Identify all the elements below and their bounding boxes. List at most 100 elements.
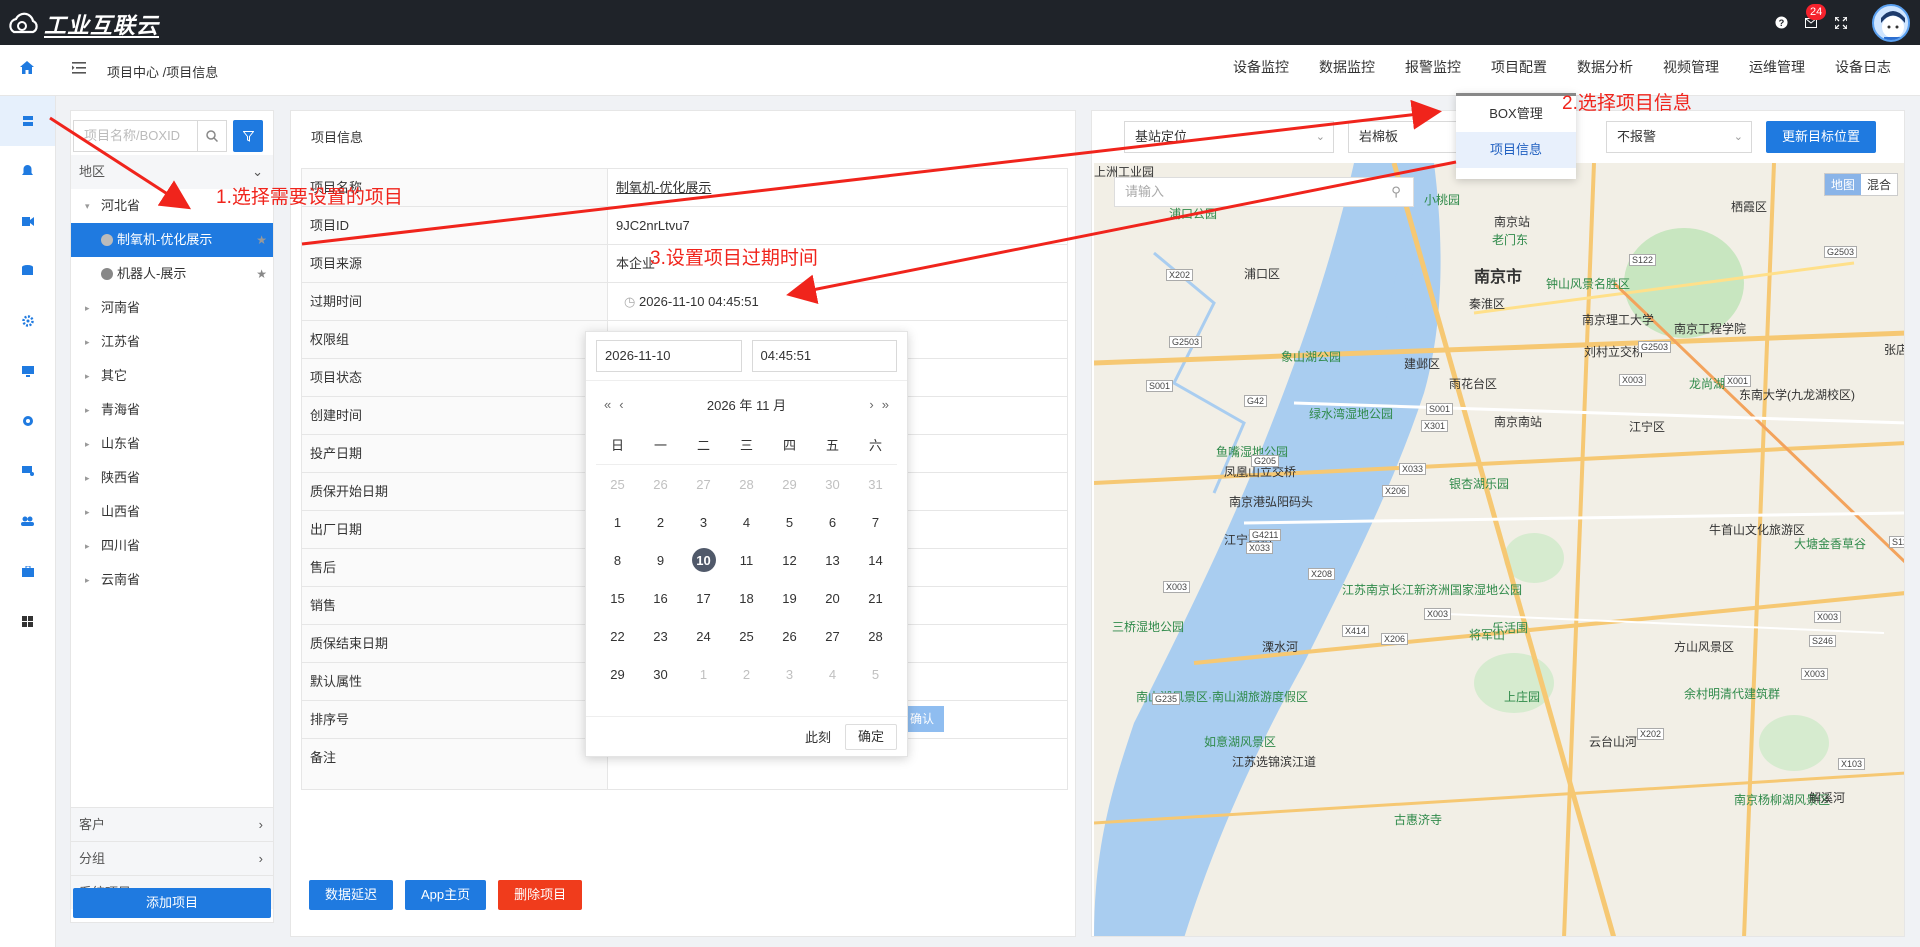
tree-project-item[interactable]: 制氧机-优化展示 ★ <box>71 223 273 257</box>
tab-data-monitor[interactable]: 数据监控 <box>1304 45 1390 96</box>
calendar-day[interactable]: 28 <box>854 617 897 655</box>
material-select[interactable]: 岩棉板 <box>1348 121 1458 153</box>
tree-region-item[interactable]: ▸ 四川省 <box>71 529 273 563</box>
map-place-label[interactable]: 南京理工大学 <box>1582 311 1654 328</box>
tree-region-item[interactable]: ▸ 山西省 <box>71 495 273 529</box>
calendar-day[interactable]: 27 <box>682 465 725 503</box>
map-place-label[interactable]: 南京港弘阳码头 <box>1229 493 1313 510</box>
search-icon[interactable]: ⚲ <box>1379 178 1413 206</box>
dropdown-item-project-info[interactable]: 项目信息 <box>1456 132 1576 168</box>
caret-right-icon[interactable]: ▸ <box>85 359 101 393</box>
calendar-day[interactable]: 16 <box>639 579 682 617</box>
calendar-day[interactable]: 5 <box>768 503 811 541</box>
calendar-day[interactable]: 15 <box>596 579 639 617</box>
tree-region-item[interactable]: ▸ 河南省 <box>71 291 273 325</box>
tab-project-config[interactable]: 项目配置 <box>1476 45 1562 96</box>
calendar-day[interactable]: 27 <box>811 617 854 655</box>
delete-project-button[interactable]: 删除项目 <box>498 880 583 910</box>
filter-button[interactable] <box>233 120 263 152</box>
calendar-day[interactable]: 30 <box>811 465 854 503</box>
map-place-label[interactable]: 银杏湖乐园 <box>1449 475 1509 492</box>
calendar-day[interactable]: 22 <box>596 617 639 655</box>
caret-right-icon[interactable]: ▸ <box>85 427 101 461</box>
add-project-button[interactable]: 添加项目 <box>73 888 271 918</box>
calendar-day[interactable]: 3 <box>682 503 725 541</box>
calendar-day[interactable]: 14 <box>854 541 897 579</box>
sidebar-item-dashboard[interactable] <box>0 596 55 646</box>
next-month-icon[interactable]: › <box>869 397 873 412</box>
sidebar-item-settings[interactable] <box>0 296 55 346</box>
mail-icon[interactable]: 24 <box>1796 3 1827 38</box>
map-place-label[interactable]: 刘村立交桥 <box>1584 343 1644 360</box>
map-place-label[interactable]: 上洲工业园 <box>1094 163 1154 180</box>
help-icon[interactable]: ? <box>1766 8 1796 38</box>
date-input[interactable]: 2026-11-10 <box>596 340 742 372</box>
project-search-input[interactable]: 项目名称/BOXID <box>73 120 197 152</box>
map-place-label[interactable]: 溧水河 <box>1262 638 1298 655</box>
map-place-label[interactable]: 三桥湿地公园 <box>1112 618 1184 635</box>
map-canvas[interactable]: 请输入 ⚲ 地图 混合 南京市 浦口区 秦淮区 建邺区 雨花台区 江宁区 栖霞区 钟山风景名胜区… <box>1093 162 1904 936</box>
tree-region-item[interactable]: ▸ 山东省 <box>71 427 273 461</box>
map-place-label[interactable]: 老门东 <box>1492 231 1528 248</box>
calendar-day[interactable]: 8 <box>596 541 639 579</box>
map-place-label[interactable]: 南京市 <box>1474 263 1522 287</box>
calendar-day[interactable]: 1 <box>596 503 639 541</box>
map-place-label[interactable]: 古惠济寺 <box>1394 811 1442 828</box>
map-place-label[interactable]: 南京站 <box>1494 213 1530 230</box>
map-place-label[interactable]: 建邺区 <box>1404 355 1440 372</box>
calendar-day[interactable]: 24 <box>682 617 725 655</box>
calendar-day[interactable]: 4 <box>811 655 854 693</box>
tree-project-item[interactable]: 机器人-展示 ★ <box>71 257 273 291</box>
location-mode-select[interactable]: 基站定位 ⌄ <box>1124 121 1334 153</box>
map-place-label[interactable]: 浦口区 <box>1244 265 1280 282</box>
star-icon[interactable]: ★ <box>256 257 267 291</box>
map-place-label[interactable]: 乐活围 <box>1492 619 1528 636</box>
sidebar-item-projects[interactable] <box>0 96 55 146</box>
tree-region-item[interactable]: ▸ 其它 <box>71 359 273 393</box>
prev-month-icon[interactable]: ‹ <box>619 397 623 412</box>
calendar-day[interactable]: 6 <box>811 503 854 541</box>
calendar-day[interactable]: 3 <box>768 655 811 693</box>
star-icon[interactable]: ★ <box>256 223 267 257</box>
app-home-button[interactable]: App主页 <box>405 880 487 910</box>
calendar-day[interactable]: 20 <box>811 579 854 617</box>
sidebar-item-config[interactable] <box>0 396 55 446</box>
next-year-icon[interactable]: » <box>882 397 889 412</box>
sidebar-item-screen[interactable] <box>0 346 55 396</box>
fullscreen-icon[interactable] <box>1826 8 1856 38</box>
map-place-label[interactable]: 栖霞区 <box>1731 198 1767 215</box>
avatar[interactable] <box>1872 3 1910 42</box>
calendar-day[interactable]: 21 <box>854 579 897 617</box>
sidebar-item-device[interactable] <box>0 446 55 496</box>
calendar-day[interactable]: 30 <box>639 655 682 693</box>
tab-ops-management[interactable]: 运维管理 <box>1734 45 1820 96</box>
map-place-label[interactable]: 江宁区 <box>1629 418 1665 435</box>
menu-toggle-icon[interactable] <box>72 61 86 78</box>
ok-button[interactable]: 确定 <box>844 723 897 750</box>
home-icon[interactable] <box>20 61 34 78</box>
map-type-hybrid[interactable]: 混合 <box>1861 174 1897 195</box>
calendar-day[interactable]: 13 <box>811 541 854 579</box>
info-value[interactable]: 制氧机-优化展示 <box>608 169 1067 206</box>
expiry-time-field[interactable]: ◷ 2026-11-10 04:45:51 <box>608 283 1067 320</box>
map-type-map[interactable]: 地图 <box>1824 174 1861 195</box>
map-place-label[interactable]: 方山风景区 <box>1674 638 1734 655</box>
tree-region-item[interactable]: ▸ 陕西省 <box>71 461 273 495</box>
prev-year-icon[interactable]: « <box>604 397 611 412</box>
calendar-day[interactable]: 29 <box>768 465 811 503</box>
calendar-day[interactable]: 2 <box>725 655 768 693</box>
map-place-label[interactable]: 如意湖风景区 <box>1204 733 1276 750</box>
calendar-day[interactable]: 7 <box>854 503 897 541</box>
search-button[interactable] <box>197 120 227 152</box>
tab-device-log[interactable]: 设备日志 <box>1820 45 1906 96</box>
sidebar-item-storage[interactable] <box>0 246 55 296</box>
map-place-label[interactable]: 南京工程学院 <box>1674 320 1746 337</box>
tab-alarm-monitor[interactable]: 报警监控 <box>1390 45 1476 96</box>
now-button[interactable]: 此刻 <box>805 727 831 746</box>
map-place-label[interactable]: 张店枢纽 <box>1884 341 1904 358</box>
caret-down-icon[interactable]: ▾ <box>85 189 101 223</box>
calendar-day[interactable]: 25 <box>596 465 639 503</box>
map-place-label[interactable]: 江苏选锦滨江道 <box>1232 753 1316 770</box>
calendar-day[interactable]: 25 <box>725 617 768 655</box>
map-place-label[interactable]: 余村明清代建筑群 <box>1684 685 1780 702</box>
